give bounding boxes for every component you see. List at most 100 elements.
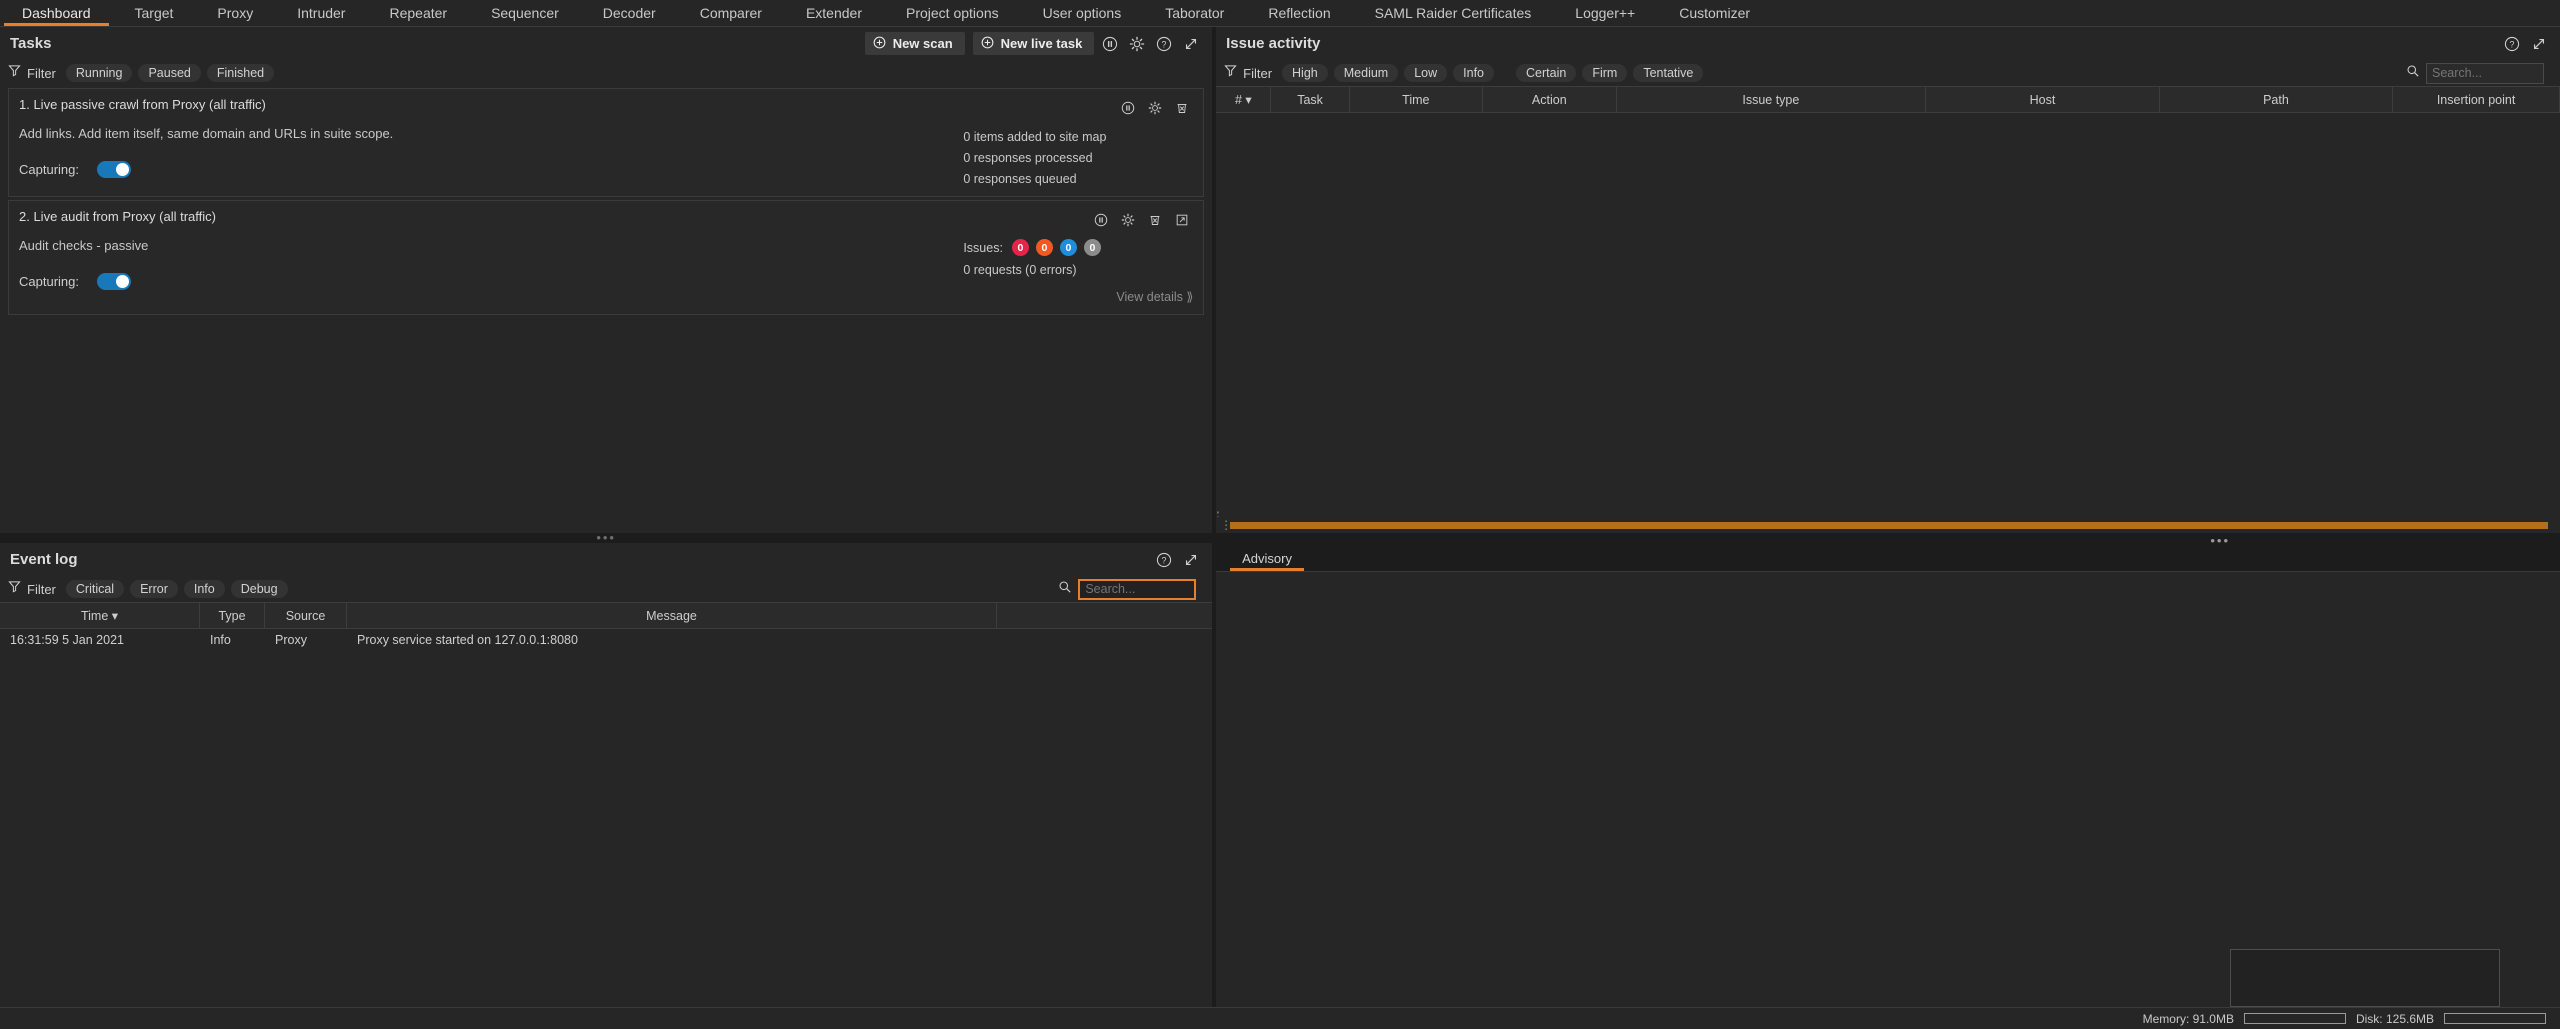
- filter-icon[interactable]: [8, 580, 21, 598]
- event-log-pill-critical[interactable]: Critical: [65, 580, 125, 598]
- issue-activity-col-1[interactable]: Task: [1271, 87, 1350, 112]
- memory-label: Memory: 91.0MB: [2142, 1011, 2234, 1026]
- event-log-pill-info[interactable]: Info: [183, 580, 225, 598]
- pause-icon[interactable]: [1090, 209, 1112, 231]
- filter-icon[interactable]: [1224, 64, 1237, 82]
- main-tab-project-options[interactable]: Project options: [884, 0, 1021, 26]
- pause-icon[interactable]: [1099, 33, 1121, 55]
- event-log-col-2[interactable]: Source: [265, 603, 347, 628]
- status-badge-info[interactable]: 0: [1083, 239, 1101, 256]
- task-item[interactable]: 2. Live audit from Proxy (all traffic) A…: [8, 200, 1205, 315]
- issue-activity-col-4[interactable]: Issue type: [1617, 87, 1927, 112]
- view-details-link[interactable]: View details ⟫: [1116, 277, 1193, 304]
- search-icon[interactable]: [1058, 580, 1072, 599]
- event-log-col-0[interactable]: Time ▾: [0, 603, 200, 628]
- memory-meter[interactable]: [2243, 1013, 2346, 1024]
- filter-icon[interactable]: [8, 64, 21, 82]
- tasks-eventlog-splitter[interactable]: •••: [0, 531, 1213, 544]
- issue-activity-col-5[interactable]: Host: [1926, 87, 2160, 112]
- status-badge-medium[interactable]: 0: [1035, 239, 1053, 256]
- event-log-table-body: 16:31:59 5 Jan 2021 Info Proxy Proxy servic…: [0, 629, 1213, 1007]
- tasks-filter-pill-paused[interactable]: Paused: [138, 64, 201, 82]
- plus-circle-icon: [981, 36, 994, 52]
- event-log-col-3[interactable]: Message: [347, 603, 997, 628]
- event-log-table-header: Time ▾ Type Source Message: [0, 602, 1213, 629]
- main-tab-target[interactable]: Target: [113, 0, 196, 26]
- main-tab-repeater[interactable]: Repeater: [367, 0, 469, 26]
- main-tab-user-options[interactable]: User options: [1021, 0, 1144, 26]
- help-icon[interactable]: ?: [2501, 33, 2523, 55]
- expand-icon[interactable]: [1180, 549, 1202, 571]
- status-badge-high[interactable]: 0: [1011, 239, 1029, 256]
- main-tab-proxy[interactable]: Proxy: [195, 0, 275, 26]
- issue-activity-header: Issue activity ?: [1216, 27, 2560, 60]
- new-scan-button[interactable]: New scan: [864, 32, 965, 55]
- task-stat: 0 items added to site map: [963, 130, 1107, 144]
- issue-pill-low[interactable]: Low: [1404, 64, 1448, 82]
- main-tab-extender[interactable]: Extender: [784, 0, 884, 26]
- tasks-filter-label: Filter: [27, 65, 56, 81]
- help-icon[interactable]: ?: [1153, 549, 1175, 571]
- gear-icon[interactable]: [1144, 97, 1166, 119]
- issue-activity-col-7[interactable]: Insertion point: [2393, 87, 2560, 112]
- tab-advisory[interactable]: Advisory: [1230, 551, 1304, 571]
- main-tab-intruder[interactable]: Intruder: [275, 0, 367, 26]
- main-tab-saml-raider-certificates[interactable]: SAML Raider Certificates: [1353, 0, 1554, 26]
- main-tab-sequencer[interactable]: Sequencer: [469, 0, 581, 26]
- issue-pill-tentative[interactable]: Tentative: [1633, 64, 1704, 82]
- issue-pill-medium[interactable]: Medium: [1333, 64, 1399, 82]
- main-tab-customizer[interactable]: Customizer: [1657, 0, 1772, 26]
- advisory-splitter[interactable]: ⋮: [1216, 517, 2560, 533]
- advisory-drag-handle[interactable]: •••: [1216, 533, 2560, 548]
- issue-pill-high[interactable]: High: [1282, 64, 1328, 82]
- main-tab-decoder[interactable]: Decoder: [581, 0, 678, 26]
- new-live-task-button[interactable]: New live task: [972, 32, 1095, 55]
- main-tab-reflection[interactable]: Reflection: [1246, 0, 1352, 26]
- disk-meter[interactable]: [2444, 1013, 2546, 1024]
- right-column: Issue activity ? Filter High Medium Low …: [1216, 27, 2560, 1007]
- cell-message: Proxy service started on 127.0.0.1:8080: [357, 633, 578, 647]
- issue-activity-col-6[interactable]: Path: [2160, 87, 2394, 112]
- main-tab-comparer[interactable]: Comparer: [678, 0, 784, 26]
- main-tab-dashboard[interactable]: Dashboard: [0, 0, 113, 26]
- gear-icon[interactable]: [1117, 209, 1139, 231]
- advisory-body: [1216, 571, 2560, 1007]
- event-log-pill-debug[interactable]: Debug: [230, 580, 288, 598]
- issue-pill-firm[interactable]: Firm: [1582, 64, 1628, 82]
- table-row[interactable]: 16:31:59 5 Jan 2021 Info Proxy Proxy servic…: [0, 629, 1212, 651]
- event-log-search-input[interactable]: [1078, 578, 1197, 600]
- event-log-pill-error[interactable]: Error: [130, 580, 178, 598]
- search-icon[interactable]: [2406, 64, 2420, 83]
- task-item[interactable]: 1. Live passive crawl from Proxy (all tr…: [8, 88, 1205, 197]
- tasks-filter-pill-finished[interactable]: Finished: [206, 64, 275, 82]
- cell-type: Info: [210, 633, 231, 647]
- popout-icon[interactable]: [1171, 209, 1193, 231]
- main-tab-logger-[interactable]: Logger++: [1553, 0, 1657, 26]
- capturing-label: Capturing:: [19, 162, 79, 177]
- expand-icon[interactable]: [2528, 33, 2550, 55]
- task-description: Add links. Add item itself, same domain …: [19, 126, 394, 141]
- trash-icon[interactable]: [1144, 209, 1166, 231]
- task-capture-row: Capturing:: [19, 273, 963, 290]
- issue-pill-info[interactable]: Info: [1453, 64, 1495, 82]
- issue-activity-search-input[interactable]: [2426, 62, 2544, 84]
- issue-activity-col-0[interactable]: # ▾: [1216, 87, 1272, 112]
- issue-activity-col-2[interactable]: Time: [1350, 87, 1484, 112]
- main-tab-taborator[interactable]: Taborator: [1143, 0, 1246, 26]
- tasks-panel-title: Tasks: [10, 35, 52, 52]
- trash-icon[interactable]: [1171, 97, 1193, 119]
- expand-icon[interactable]: [1180, 33, 1202, 55]
- status-badge-low[interactable]: 0: [1059, 239, 1077, 256]
- gear-icon[interactable]: [1126, 33, 1148, 55]
- status-bar: Memory: 91.0MB Disk: 125.6MB: [0, 1007, 2560, 1029]
- event-log-col-1[interactable]: Type: [200, 603, 265, 628]
- task-issues-row: Issues: 0 0 0 0: [963, 239, 1101, 256]
- pause-icon[interactable]: [1117, 97, 1139, 119]
- issue-activity-col-3[interactable]: Action: [1483, 87, 1617, 112]
- help-icon[interactable]: ?: [1153, 33, 1175, 55]
- capturing-toggle[interactable]: [96, 161, 131, 178]
- capturing-toggle[interactable]: [96, 273, 131, 290]
- issue-pill-certain[interactable]: Certain: [1516, 64, 1577, 82]
- svg-text:?: ?: [1162, 555, 1167, 565]
- tasks-filter-pill-running[interactable]: Running: [65, 64, 133, 82]
